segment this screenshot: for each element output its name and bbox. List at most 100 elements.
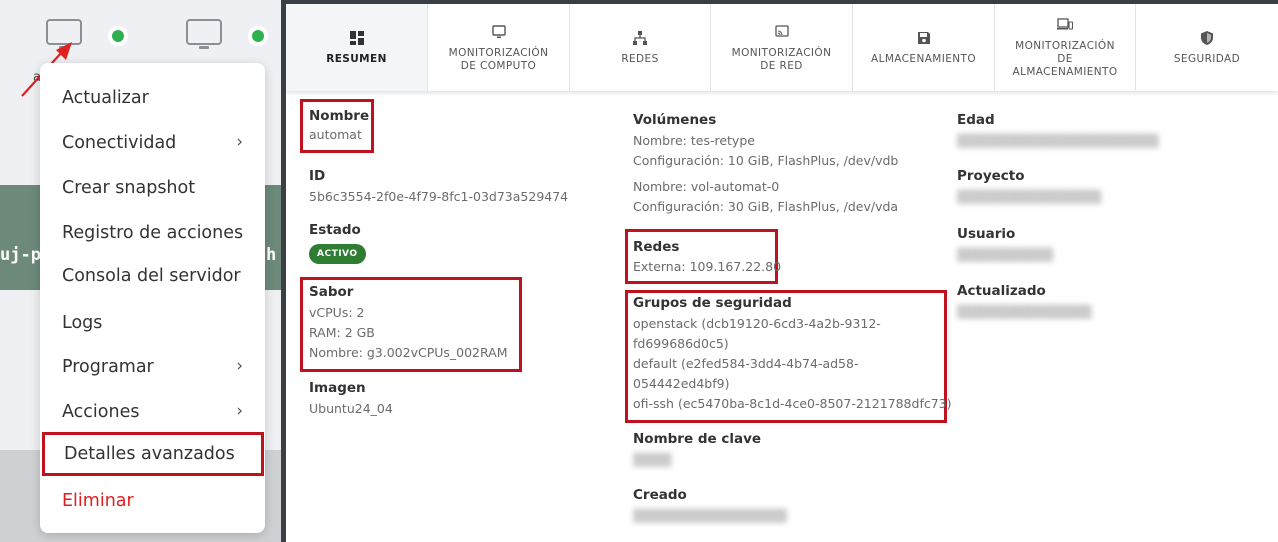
menu-item-actualizar[interactable]: Actualizar	[40, 78, 265, 118]
field-title: Volúmenes	[633, 112, 717, 128]
tab-label: DE RED	[760, 59, 803, 72]
tab-monitorizacion-red[interactable]: MONITORIZACIÓN DE RED	[711, 4, 853, 91]
advanced-details-panel: RESUMEN MONITORIZACIÓN DE COMPUTO REDES …	[281, 0, 1278, 542]
field-title: Estado	[309, 222, 361, 238]
field-edad: Edad ▒▒▒▒▒▒▒▒▒▒▒▒▒▒▒▒▒▒▒▒▒	[957, 112, 1159, 151]
instance-status-icon	[108, 26, 128, 46]
field-title: Imagen	[309, 380, 366, 396]
field-title: Nombre	[309, 108, 370, 124]
field-value: Externa: 109.167.22.80	[633, 259, 782, 274]
tab-seguridad[interactable]: SEGURIDAD	[1136, 4, 1278, 91]
field-value: ofi-ssh (ec5470ba-8c1d-4ce0-8507-2121788…	[633, 396, 952, 411]
field-value: ▒▒▒▒▒▒▒▒▒▒	[957, 247, 1054, 262]
field-imagen: Imagen Ubuntu24_04	[309, 380, 393, 419]
field-value: RAM: 2 GB	[309, 325, 375, 340]
field-value: Configuración: 30 GiB, FlashPlus, /dev/v…	[633, 199, 899, 214]
field-value: ▒▒▒▒	[633, 452, 672, 467]
field-usuario: Usuario ▒▒▒▒▒▒▒▒▒▒	[957, 226, 1053, 265]
field-nombre: Nombre automat	[309, 108, 369, 143]
menu-item-consola-servidor[interactable]: Consola del servidor	[40, 256, 265, 296]
field-value: ▒▒▒▒▒▒▒▒▒▒▒▒▒▒	[957, 304, 1092, 319]
tab-label: MONITORIZACIÓN	[731, 46, 832, 59]
menu-item-detalles-avanzados[interactable]: Detalles avanzados	[42, 432, 264, 476]
field-title: Redes	[633, 239, 680, 255]
field-value: openstack (dcb19120-6cd3-4a2b-9312-	[633, 316, 881, 331]
tab-resumen[interactable]: RESUMEN	[286, 4, 428, 91]
chevron-right-icon: ›	[236, 356, 243, 376]
field-value: Configuración: 10 GiB, FlashPlus, /dev/v…	[633, 153, 899, 168]
menu-item-programar[interactable]: Programar ›	[40, 347, 265, 387]
field-proyecto: Proyecto ▒▒▒▒▒▒▒▒▒▒▒▒▒▒▒	[957, 168, 1101, 207]
field-value: Nombre: vol-automat-0	[633, 179, 780, 194]
tab-monitorizacion-computo[interactable]: MONITORIZACIÓN DE COMPUTO	[428, 4, 570, 91]
tab-label: REDES	[621, 53, 659, 65]
devices-icon	[1057, 16, 1073, 34]
tab-monitorizacion-almacenamiento[interactable]: MONITORIZACIÓN DE ALMACENAMIENTO	[995, 4, 1136, 91]
field-value: Nombre: tes-retype	[633, 133, 755, 148]
menu-item-acciones[interactable]: Acciones ›	[40, 392, 265, 432]
chevron-right-icon: ›	[236, 401, 243, 421]
field-value: vCPUs: 2	[309, 305, 365, 320]
tab-almacenamiento[interactable]: ALMACENAMIENTO	[853, 4, 995, 91]
field-title: Actualizado	[957, 283, 1046, 299]
menu-item-label: Detalles avanzados	[64, 444, 235, 464]
monitor-icon	[491, 23, 506, 41]
tab-label: MONITORIZACIÓN	[448, 46, 549, 59]
field-value: Ubuntu24_04	[309, 401, 393, 416]
field-id: ID 5b6c3554-2f0e-4f79-8fc1-03d73a529474	[309, 168, 568, 207]
menu-item-label: Conectividad	[62, 133, 177, 153]
menu-item-label: Acciones	[62, 402, 140, 422]
menu-item-eliminar[interactable]: Eliminar	[40, 481, 265, 521]
status-badge: ACTIVO	[309, 244, 366, 264]
tab-label: DE COMPUTO	[460, 59, 537, 72]
shield-icon	[1200, 29, 1214, 47]
field-title: Proyecto	[957, 168, 1025, 184]
tab-label: ALMACENAMIENTO	[1012, 66, 1118, 78]
field-value[interactable]: 5b6c3554-2f0e-4f79-8fc1-03d73a529474	[309, 187, 568, 207]
tab-label: SEGURIDAD	[1173, 53, 1241, 65]
menu-item-label: Registro de acciones	[62, 223, 244, 243]
menu-item-registro-acciones[interactable]: Registro de acciones	[40, 213, 265, 253]
instance-context-menu: Actualizar Conectividad › Crear snapshot…	[40, 63, 265, 533]
menu-item-crear-snapshot[interactable]: Crear snapshot	[40, 168, 265, 208]
field-title: Usuario	[957, 226, 1016, 242]
menu-item-label: Crear snapshot	[62, 178, 196, 198]
field-title: Grupos de seguridad	[633, 295, 792, 311]
field-value: ▒▒▒▒▒▒▒▒▒▒▒▒▒▒▒	[957, 189, 1102, 204]
menu-item-label: Actualizar	[62, 88, 149, 108]
field-title: Creado	[633, 487, 687, 503]
menu-item-label: Consola del servidor	[62, 266, 241, 286]
field-value: 054442ed4bf9)	[633, 376, 730, 391]
field-title: Nombre de clave	[633, 431, 762, 447]
field-title: Edad	[957, 112, 995, 128]
field-sabor: Sabor vCPUs: 2 RAM: 2 GB Nombre: g3.002v…	[309, 284, 508, 363]
field-value: fd699686d0c5)	[633, 336, 729, 351]
field-creado: Creado ▒▒▒▒▒▒▒▒▒▒▒▒▒▒▒▒	[633, 487, 787, 526]
field-title: ID	[309, 168, 326, 184]
field-value: ▒▒▒▒▒▒▒▒▒▒▒▒▒▒▒▒▒▒▒▒▒	[957, 133, 1159, 148]
tab-redes[interactable]: REDES	[570, 4, 711, 91]
instance-monitor-icon[interactable]	[186, 19, 222, 49]
tab-label: RESUMEN	[326, 53, 387, 65]
floppy-icon	[917, 29, 931, 47]
menu-item-conectividad[interactable]: Conectividad ›	[40, 123, 265, 163]
grid-icon	[349, 29, 364, 47]
menu-item-label: Logs	[62, 313, 103, 333]
menu-item-label: Programar	[62, 357, 154, 377]
field-nombre-clave: Nombre de clave ▒▒▒▒	[633, 431, 761, 470]
menu-item-logs[interactable]: Logs	[40, 303, 265, 343]
field-estado: Estado ACTIVO	[309, 222, 366, 264]
chevron-right-icon: ›	[236, 132, 243, 152]
field-grupos-seguridad: Grupos de seguridad openstack (dcb19120-…	[633, 295, 952, 414]
field-value: Nombre: g3.002vCPUs_002RAM	[309, 345, 508, 360]
tab-label: DE	[1057, 53, 1073, 65]
tab-label: ALMACENAMIENTO	[870, 53, 977, 65]
field-value: ▒▒▒▒▒▒▒▒▒▒▒▒▒▒▒▒	[633, 508, 787, 523]
field-value: default (e2fed584-3dd4-4b74-ad58-	[633, 356, 859, 371]
network-icon	[633, 29, 647, 47]
field-title: Sabor	[309, 284, 354, 300]
cast-icon	[774, 23, 789, 41]
field-redes: Redes Externa: 109.167.22.80	[633, 239, 781, 276]
details-tabbar: RESUMEN MONITORIZACIÓN DE COMPUTO REDES …	[286, 4, 1278, 91]
menu-item-label: Eliminar	[62, 491, 134, 511]
